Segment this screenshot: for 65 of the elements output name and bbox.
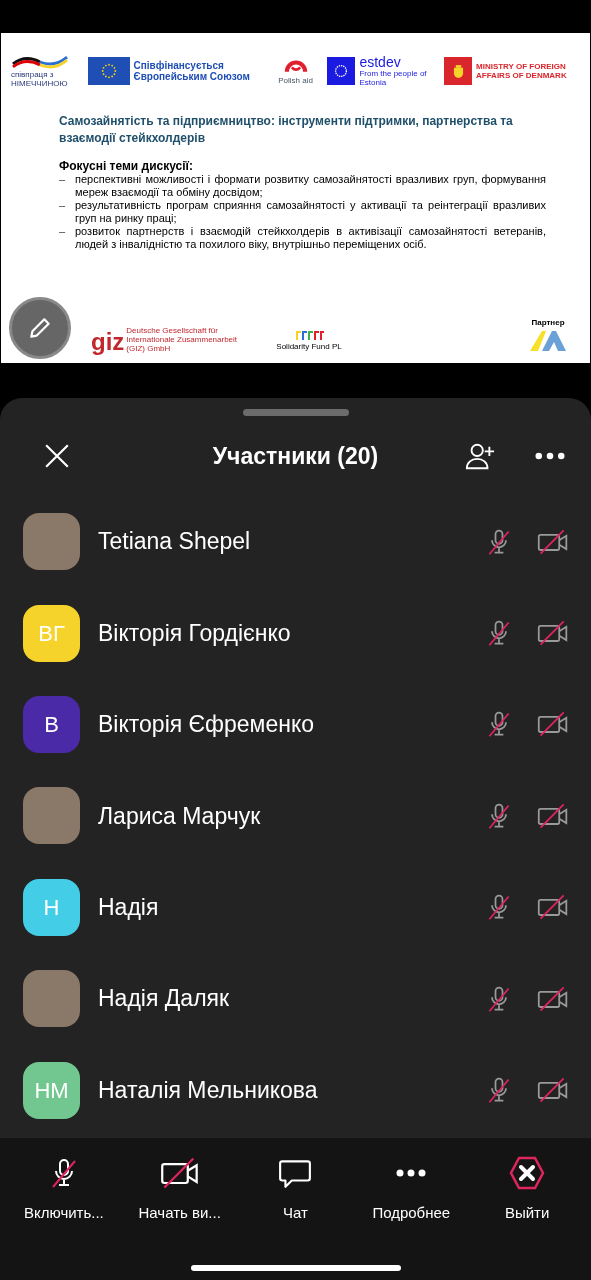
bullet-marker: – — [59, 173, 67, 187]
toolbar-button[interactable]: Выйти — [469, 1152, 585, 1225]
photo-placeholder — [23, 970, 80, 1028]
bullet-text: розвиток партнерств і взаємодій стейкхолдерів в активізації самозайнятості ветеранів, людей з інвалідністю та похилого віку, внутрішньо переміщених осіб. — [75, 225, 546, 251]
close-icon[interactable] — [44, 443, 70, 469]
bullet-marker: – — [59, 199, 67, 213]
participant-row[interactable]: Tetiana Shepel — [0, 496, 591, 588]
avatar-initials: Н — [43, 893, 60, 922]
video-off-icon[interactable] — [537, 984, 569, 1013]
toolbar-button[interactable]: Подробнее — [353, 1152, 470, 1225]
video-off-icon[interactable] — [537, 619, 569, 648]
logo-text: giz — [91, 331, 125, 353]
participant-name: Наталія Мельникова — [98, 1075, 319, 1105]
participant-row[interactable]: Надія Даляк — [0, 952, 591, 1045]
stars-circle-icon — [99, 62, 118, 80]
toolbar-button[interactable]: Начать ви... — [121, 1152, 238, 1225]
logo-text: From the people of Estonia — [359, 69, 428, 87]
avatar-initials: НМ — [34, 1076, 69, 1105]
video-off-icon[interactable] — [537, 893, 569, 922]
participant-name: Tetiana Shepel — [98, 527, 252, 557]
participant-row[interactable]: ВГ Вікторія Гордієнко — [0, 587, 591, 679]
logo-text: MINISTRY OF FOREIGN AFFAIRS OF DENMARK — [476, 62, 568, 80]
more-icon[interactable] — [395, 1168, 428, 1178]
add-person-icon[interactable] — [465, 441, 495, 471]
panel-title: Участники (20) — [212, 441, 379, 471]
logo-text: Співфінансується Європейським Союзом — [133, 60, 251, 82]
partner-logo-icon — [528, 329, 568, 353]
logo-text: estdev — [359, 55, 402, 69]
logo-text: Deutsche Gesellschaft für Internationale Zusammenarbeit (GIZ) GmbH — [126, 326, 239, 353]
pencil-icon — [27, 315, 53, 341]
colored-figures-icon — [294, 329, 324, 341]
logo-text: співпраця з НІМЕЧЧИНОЮ — [11, 70, 69, 88]
participant-row[interactable]: В Вікторія Єфременко — [0, 678, 591, 771]
drag-handle[interactable] — [242, 409, 349, 416]
photo-placeholder — [23, 787, 80, 845]
participant-name: Вікторія Єфременко — [98, 710, 316, 740]
logo-text: Партнер — [531, 317, 565, 329]
participant-name: Надія — [98, 893, 160, 922]
participant-name: Лариса Марчук — [98, 801, 262, 831]
slide-title: Самозайнятість та підприємництво: інструменти підтримки, партнерства та взаємодії стейкхолдерів — [59, 113, 514, 147]
participant-name: Надія Даляк — [98, 984, 231, 1014]
leave-icon[interactable] — [509, 1156, 546, 1190]
video-off-icon[interactable] — [537, 801, 569, 830]
focus-heading: Фокусні теми дискусії: — [59, 159, 194, 173]
logo-text: Solidarity Fund PL — [276, 341, 342, 353]
avatar-initials: В — [44, 710, 59, 739]
participant-name: Вікторія Гордієнко — [98, 618, 292, 648]
video-off-icon[interactable] — [159, 1156, 200, 1190]
bullet-text: перспективні можливості і формати розвитку самозайнятості вразливих груп, формування мереж взаємодії та обміну досвідом; — [75, 173, 546, 199]
crest-icon — [452, 63, 464, 79]
video-off-icon[interactable] — [537, 1076, 569, 1105]
video-off-icon[interactable] — [537, 710, 569, 739]
toolbar-button[interactable]: Включить... — [6, 1152, 122, 1225]
more-icon[interactable] — [535, 452, 565, 460]
flag-ribbon-icon — [11, 54, 69, 70]
bullet-marker: – — [59, 225, 67, 239]
toolbar-button[interactable]: Чат — [237, 1152, 354, 1225]
participant-row[interactable]: Лариса Марчук — [0, 770, 591, 862]
bullet-text: результативність програм сприяння самозайнятості у активації та реінтеграції вразливих груп на ринку праці; — [75, 199, 546, 225]
participant-row[interactable]: НМ Наталія Мельникова — [0, 1044, 591, 1136]
logo-text: Polish aid — [278, 75, 313, 87]
participant-row[interactable]: Н Надія — [0, 861, 591, 953]
avatar-initials: ВГ — [38, 619, 65, 648]
photo-placeholder — [23, 513, 80, 571]
video-off-icon[interactable] — [537, 527, 569, 556]
